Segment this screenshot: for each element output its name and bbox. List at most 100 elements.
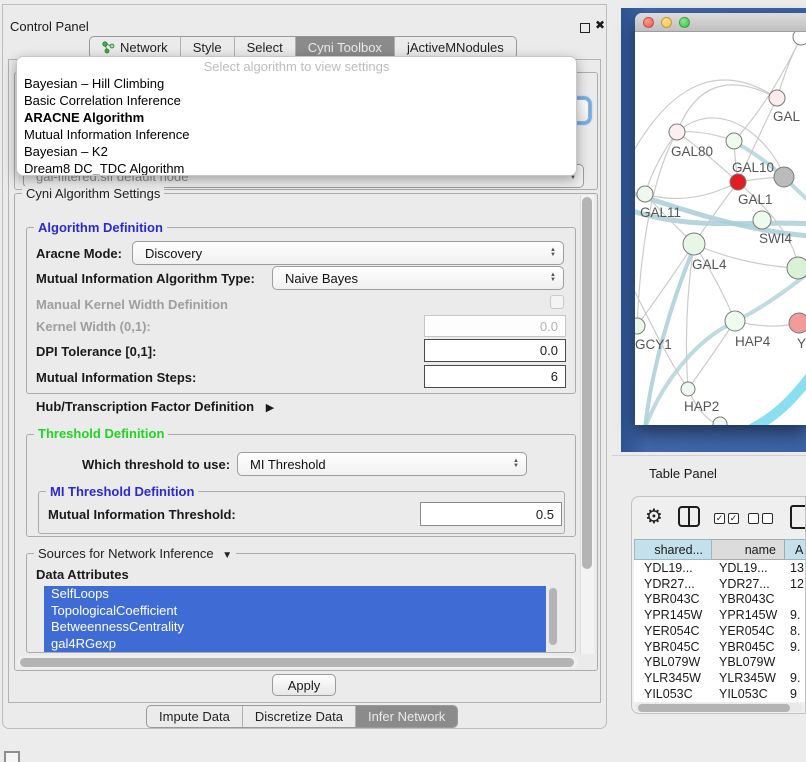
combo-spinner-icon: ▲▼ (550, 273, 556, 283)
node-hap2[interactable] (681, 382, 695, 396)
node-gal80[interactable] (669, 124, 685, 140)
attribute-item-selfloops[interactable]: SelfLoops (44, 586, 546, 603)
attribute-item-betweennesscentrality[interactable]: BetweennessCentrality (44, 619, 546, 636)
table-row[interactable]: YIL053CYIL053C9 (634, 686, 806, 702)
table-row[interactable]: YER054CYER054C8. (634, 623, 806, 639)
node-gal4[interactable] (683, 233, 705, 255)
column-header-name[interactable]: name (712, 539, 785, 560)
table-row[interactable]: YBL079WYBL079W (634, 655, 806, 671)
minimize-traffic-light-icon[interactable] (661, 17, 672, 28)
mi-threshold-field[interactable]: 0.5 (420, 502, 562, 526)
dropdown-item-bayesian-hill-climbing[interactable]: Bayesian – Hill Climbing (17, 75, 576, 92)
node-hap4[interactable] (725, 311, 745, 331)
dpi-tolerance-value: 0.0 (540, 343, 558, 358)
node-gal-top[interactable] (769, 90, 785, 106)
close-traffic-light-icon[interactable] (643, 17, 654, 28)
deselect-all-checkboxes-icon[interactable] (748, 513, 773, 524)
node-gal4-label: GAL4 (692, 257, 727, 272)
dpi-tolerance-field[interactable]: 0.0 (424, 339, 566, 362)
sources-group-title[interactable]: Sources for Network Inference ▼ (34, 546, 236, 561)
node-partial-bottom[interactable] (713, 417, 727, 425)
zoom-traffic-light-icon[interactable] (679, 17, 690, 28)
dropdown-item-aracne[interactable]: ARACNE Algorithm (17, 109, 576, 126)
tab-cyni-toolbox[interactable]: Cyni Toolbox (295, 37, 394, 58)
settings-horizontal-scrollbar-thumb[interactable] (20, 658, 574, 667)
table-body: YDL19...YDL19...13 YDR27...YDR27...12 YB… (634, 560, 806, 702)
node-salmon[interactable] (789, 313, 806, 333)
mi-algorithm-type-combo[interactable]: Naive Bayes ▲▼ (272, 266, 564, 290)
mi-steps-value: 6 (551, 369, 558, 384)
node-gal1[interactable] (730, 174, 746, 190)
manual-kernel-width-label: Manual Kernel Width Definition (36, 297, 228, 312)
node-gal11-label: GAL11 (640, 205, 681, 220)
table-row[interactable]: YLR345WYLR345W9. (634, 670, 806, 686)
hub-section-label: Hub/Transcription Factor Definition (36, 399, 254, 414)
application-root: Control Panel ✖ Network Style Select Cyn… (0, 0, 806, 762)
node-swi4-label: SWI4 (759, 231, 792, 246)
table-row[interactable]: YDR27...YDR27...12 (634, 576, 806, 592)
column-header-partial[interactable]: A (785, 539, 806, 560)
combo-spinner-icon: ▲▼ (513, 459, 519, 469)
node-swi4[interactable] (753, 211, 771, 229)
tab-infer-network[interactable]: Infer Network (355, 706, 457, 727)
control-panel-title: Control Panel (10, 19, 89, 34)
hub-section-toggle[interactable]: Hub/Transcription Factor Definition ▶ (36, 399, 274, 414)
which-threshold-value: MI Threshold (250, 457, 326, 472)
node-gal11[interactable] (637, 186, 653, 202)
node-gcy1[interactable] (635, 318, 645, 334)
node-right-green[interactable] (787, 257, 806, 279)
dropdown-item-basic-correlation[interactable]: Basic Correlation Inference (17, 92, 576, 109)
dropdown-item-bayesian-k2[interactable]: Bayesian – K2 (17, 143, 576, 160)
expand-right-icon: ▶ (266, 402, 274, 414)
mi-threshold-value: 0.5 (536, 507, 554, 522)
network-window[interactable]: GALGAL80GAL10GAL1GAL11SWI4GAL4GCY1HAP4YH… (635, 13, 806, 425)
manual-kernel-width-checkbox[interactable] (550, 295, 564, 309)
column-header-shared-name[interactable]: shared... (634, 539, 712, 560)
mi-steps-field[interactable]: 6 (424, 365, 566, 388)
attribute-item-gal4rgexp[interactable]: gal4RGexp (44, 636, 546, 653)
tab-discretize-data[interactable]: Discretize Data (242, 706, 355, 727)
which-threshold-combo[interactable]: MI Threshold ▲▼ (237, 452, 527, 476)
tab-impute-data[interactable]: Impute Data (147, 706, 242, 727)
tab-select[interactable]: Select (234, 37, 295, 58)
node-gray[interactable] (774, 167, 794, 187)
node-partial-top[interactable] (793, 32, 806, 45)
table-row[interactable]: YBR045CYBR045C9. (634, 639, 806, 655)
close-icon[interactable]: ✖ (595, 18, 605, 32)
node-gal1-label: GAL1 (738, 192, 773, 207)
table-row[interactable]: YPR145WYPR145W9. (634, 607, 806, 623)
tab-network[interactable]: Network (90, 37, 180, 58)
apply-button-label: Apply (288, 678, 321, 693)
table-horizontal-scrollbar-thumb[interactable] (638, 704, 790, 712)
network-window-titlebar[interactable] (635, 13, 806, 32)
node-gal10[interactable] (726, 133, 742, 149)
node-gal10-label: GAL10 (732, 160, 774, 175)
attribute-item-topologicalcoefficient[interactable]: TopologicalCoefficient (44, 603, 546, 620)
kernel-width-field[interactable]: 0.0 (424, 315, 566, 337)
select-all-checkboxes-icon[interactable]: ✓✓ (714, 513, 739, 524)
import-table-icon[interactable] (790, 505, 806, 529)
kernel-width-value: 0.0 (540, 319, 558, 334)
attributes-list-scrollbar-thumb[interactable] (549, 588, 557, 645)
tab-style[interactable]: Style (180, 37, 234, 58)
combo-spinner-icon: ▲▼ (550, 248, 556, 258)
node-hap2-label: HAP2 (684, 399, 719, 414)
aracne-mode-combo[interactable]: Discovery ▲▼ (132, 241, 564, 265)
table-panel-card: ⚙ ✓✓ shared... name A YDL19...YDL19...13… (631, 496, 806, 714)
tab-jactivemnodules[interactable]: jActiveMNodules (394, 37, 516, 58)
data-attributes-label: Data Attributes (36, 567, 129, 582)
minimized-panel-icon[interactable] (4, 751, 20, 762)
tab-jactivemnodules-label: jActiveMNodules (407, 40, 504, 55)
gear-icon[interactable]: ⚙ (645, 504, 663, 529)
network-canvas[interactable]: GALGAL80GAL10GAL1GAL11SWI4GAL4GCY1HAP4YH… (635, 32, 806, 425)
dropdown-item-mutual-information[interactable]: Mutual Information Inference (17, 126, 576, 143)
column-layout-icon[interactable] (678, 506, 700, 527)
node-hap4-label: HAP4 (735, 334, 771, 349)
apply-button[interactable]: Apply (272, 674, 336, 696)
node-gcy1-label: GCY1 (635, 337, 672, 352)
table-row[interactable]: YDL19...YDL19...13 (634, 560, 806, 576)
settings-vertical-scrollbar-thumb[interactable] (582, 197, 592, 569)
table-row[interactable]: YBR043CYBR043C (634, 592, 806, 608)
float-window-icon[interactable] (580, 23, 590, 33)
dropdown-item-dream8[interactable]: Dream8 DC_TDC Algorithm (17, 160, 576, 176)
